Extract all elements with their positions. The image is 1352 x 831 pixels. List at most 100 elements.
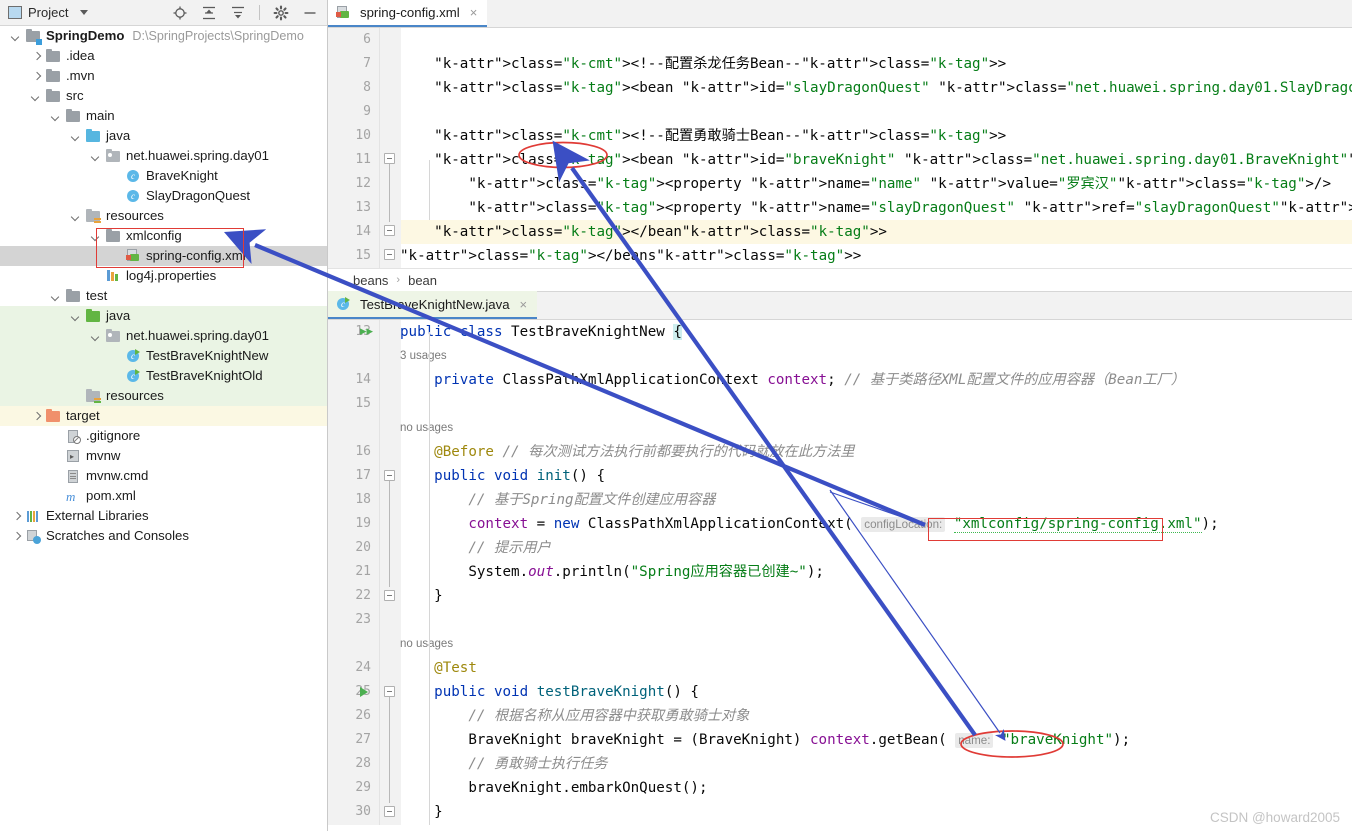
tree-toggle-open-icon[interactable] — [71, 211, 82, 222]
tree-toggle-closed-icon[interactable] — [31, 411, 42, 422]
tree-item-java[interactable]: java — [0, 306, 327, 326]
tree-toggle-closed-icon[interactable] — [11, 511, 22, 522]
code-line[interactable]: @Before // 每次测试方法执行前都要执行的代码就放在此方法里 — [400, 440, 1352, 464]
minimize-icon[interactable] — [302, 5, 318, 21]
line-number: 18 — [355, 492, 371, 507]
project-tree[interactable]: SpringDemo D:\SpringProjects\SpringDemo .i… — [0, 26, 327, 546]
code-line[interactable]: BraveKnight braveKnight = (BraveKnight) … — [400, 728, 1352, 753]
code-line[interactable]: // 勇敢骑士执行任务 — [400, 752, 1352, 776]
code-line[interactable]: // 根据名称从应用容器中获取勇敢骑士对象 — [400, 704, 1352, 728]
tree-item-label: log4j.properties — [126, 268, 217, 283]
line-number: 14 — [355, 372, 371, 387]
fold-marker-bean-open[interactable] — [384, 153, 395, 164]
close-icon[interactable]: × — [470, 5, 478, 20]
java-code-editor[interactable]: 13 public class TestBraveKnightNew {3 usa… — [328, 320, 1352, 825]
xml-code-editor[interactable]: 6 7 "k-attr">class="k-cmt"><!--配置杀龙任务Bean… — [328, 28, 1352, 268]
tree-item-label: resources — [106, 208, 164, 223]
code-line[interactable]: public void init() { — [400, 464, 1352, 488]
fold-marker-test-end[interactable] — [384, 806, 395, 817]
code-line[interactable]: braveKnight.embarkOnQuest(); — [400, 776, 1352, 800]
code-line[interactable]: "k-attr">class="k-cmt"><!--配置勇敢骑士Bean--"… — [400, 124, 1352, 148]
tree-item-scratches-and-consoles[interactable]: Scratches and Consoles — [0, 526, 327, 546]
usages-hint[interactable]: no usages — [400, 416, 453, 440]
tree-item-slaydragonquest[interactable]: c SlayDragonQuest — [0, 186, 327, 206]
code-line[interactable]: context = new ClassPathXmlApplicationCon… — [400, 512, 1352, 537]
expand-all-icon[interactable] — [201, 5, 217, 21]
gear-icon[interactable] — [273, 5, 289, 21]
tree-item--gitignore[interactable]: .gitignore — [0, 426, 327, 446]
tree-item-springdemo[interactable]: SpringDemo D:\SpringProjects\SpringDemo — [0, 26, 327, 46]
tree-toggle-open-icon[interactable] — [91, 331, 102, 342]
tree-item-test[interactable]: test — [0, 286, 327, 306]
locate-icon[interactable] — [172, 5, 188, 21]
code-line[interactable]: "k-attr">class="k-tag"></beans"k-attr">c… — [400, 244, 1352, 268]
code-line[interactable]: @Test — [400, 656, 1352, 680]
code-line[interactable]: // 提示用户 — [400, 536, 1352, 560]
gutter-divider — [379, 28, 380, 268]
tree-toggle-open-icon[interactable] — [11, 31, 22, 42]
collapse-all-icon[interactable] — [230, 5, 246, 21]
tree-toggle-open-icon[interactable] — [91, 151, 102, 162]
breadcrumb-item-beans[interactable]: beans — [353, 273, 388, 288]
tree-item-testbraveknightnew[interactable]: c TestBraveKnightNew — [0, 346, 327, 366]
tree-toggle-closed-icon[interactable] — [11, 531, 22, 542]
tree-item-log4j-properties[interactable]: log4j.properties — [0, 266, 327, 286]
tree-item-net-huawei-spring-day01[interactable]: net.huawei.spring.day01 — [0, 326, 327, 346]
tree-item-mvnw[interactable]: ▸ mvnw — [0, 446, 327, 466]
tree-item-main[interactable]: main — [0, 106, 327, 126]
fold-marker-test[interactable] — [384, 686, 395, 697]
code-line[interactable]: public class TestBraveKnightNew { — [400, 320, 1352, 344]
line-number: 26 — [355, 708, 371, 723]
tree-toggle-open-icon[interactable] — [31, 91, 42, 102]
code-line[interactable]: "k-attr">class="k-tag"><bean "k-attr">id… — [400, 76, 1352, 100]
tree-item-resources[interactable]: resources — [0, 386, 327, 406]
tree-item-mvnw-cmd[interactable]: mvnw.cmd — [0, 466, 327, 486]
tree-item-label: .idea — [66, 48, 95, 63]
tree-item-external-libraries[interactable]: External Libraries — [0, 506, 327, 526]
tree-toggle-closed-icon[interactable] — [31, 71, 42, 82]
code-line[interactable]: "k-attr">class="k-tag"><property "k-attr… — [400, 196, 1352, 220]
run-test-icon[interactable] — [360, 687, 368, 697]
tab-spring-config-xml[interactable]: spring-config.xml × — [328, 0, 488, 27]
fold-marker-init-end[interactable] — [384, 590, 395, 601]
fold-marker-init[interactable] — [384, 470, 395, 481]
close-icon[interactable]: × — [520, 297, 528, 312]
usages-hint[interactable]: no usages — [400, 632, 453, 656]
usages-hint[interactable]: 3 usages — [400, 344, 447, 368]
tree-item-java[interactable]: java — [0, 126, 327, 146]
breadcrumb-item-bean[interactable]: bean — [408, 273, 437, 288]
breadcrumb[interactable]: beans › bean — [328, 268, 1352, 292]
code-line[interactable]: "k-attr">class="k-tag"><bean "k-attr">id… — [400, 148, 1352, 172]
code-line[interactable]: private ClassPathXmlApplicationContext c… — [400, 368, 1352, 392]
tree-toggle-closed-icon[interactable] — [31, 51, 42, 62]
tree-item--idea[interactable]: .idea — [0, 46, 327, 66]
fold-marker-bean-close[interactable] — [384, 225, 395, 236]
project-panel-title[interactable]: Project — [8, 5, 68, 20]
tree-item-braveknight[interactable]: c BraveKnight — [0, 166, 327, 186]
code-line[interactable]: "k-attr">class="k-cmt"><!--配置杀龙任务Bean--"… — [400, 52, 1352, 76]
fold-marker-beans-close[interactable] — [384, 249, 395, 260]
line-number: 24 — [355, 660, 371, 675]
code-line[interactable]: public void testBraveKnight() { — [400, 680, 1352, 704]
tree-toggle-open-icon[interactable] — [51, 291, 62, 302]
tree-item-pom-xml[interactable]: m pom.xml — [0, 486, 327, 506]
folder-orange-icon — [45, 408, 61, 424]
tree-item-testbraveknightold[interactable]: c TestBraveKnightOld — [0, 366, 327, 386]
line-number: 12 — [355, 176, 371, 191]
code-line[interactable]: } — [400, 584, 1352, 608]
run-all-tests-icon[interactable]: ▸▸ — [360, 320, 373, 344]
tab-testbraveknightnew-java[interactable]: c TestBraveKnightNew.java × — [328, 291, 538, 319]
tree-item-resources[interactable]: resources — [0, 206, 327, 226]
code-line[interactable]: "k-attr">class="k-tag"><property "k-attr… — [400, 172, 1352, 196]
tree-item-target[interactable]: target — [0, 406, 327, 426]
tree-toggle-open-icon[interactable] — [71, 131, 82, 142]
code-line[interactable]: System.out.println("Spring应用容器已创建~"); — [400, 560, 1352, 584]
tree-item-net-huawei-spring-day01[interactable]: net.huawei.spring.day01 — [0, 146, 327, 166]
tree-toggle-open-icon[interactable] — [51, 111, 62, 122]
code-line[interactable]: // 基于Spring配置文件创建应用容器 — [400, 488, 1352, 512]
chevron-down-icon[interactable] — [80, 10, 89, 15]
tree-item--mvn[interactable]: .mvn — [0, 66, 327, 86]
tree-item-src[interactable]: src — [0, 86, 327, 106]
tree-toggle-open-icon[interactable] — [71, 311, 82, 322]
code-line[interactable]: "k-attr">class="k-tag"></bean"k-attr">cl… — [400, 220, 1352, 244]
